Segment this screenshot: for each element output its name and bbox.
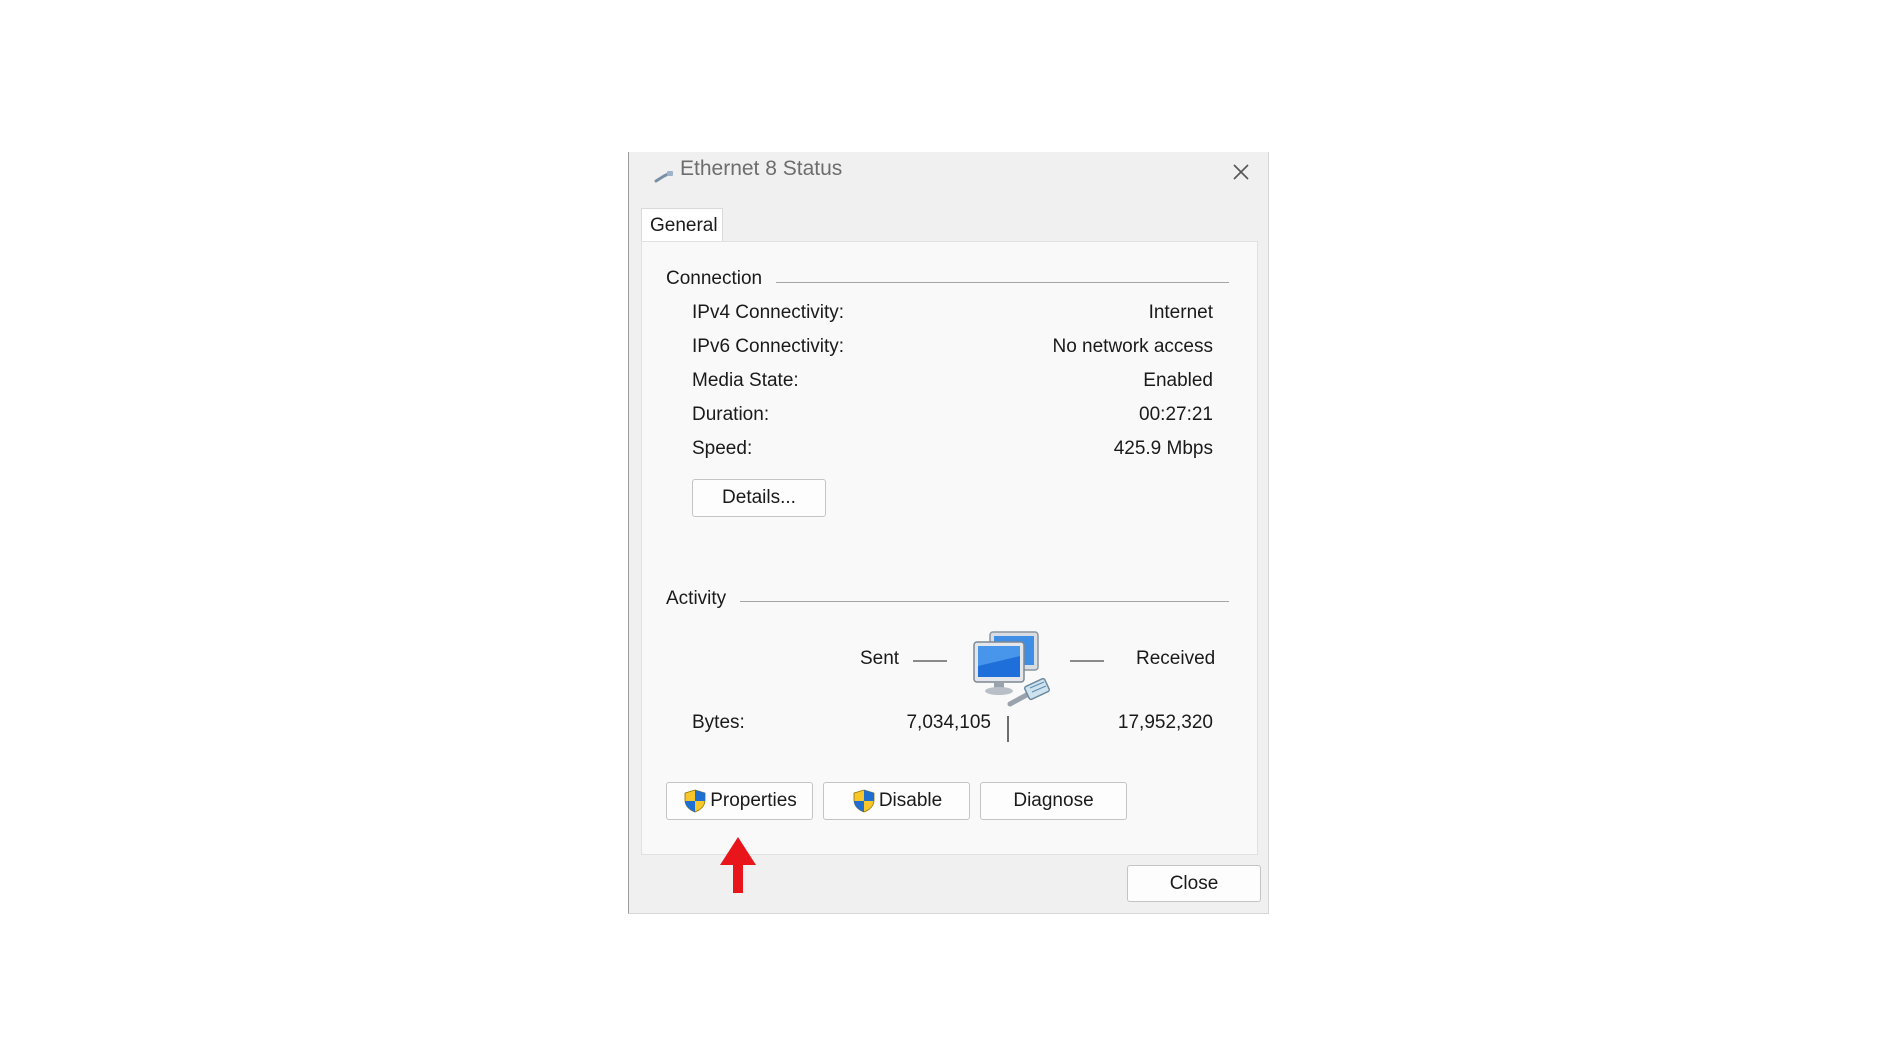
uac-shield-icon [853,789,875,813]
ethernet-cable-icon [654,171,673,183]
media-state-value: Enabled [1143,370,1213,391]
general-tab-panel: Connection IPv4 Connectivity: Internet I… [641,241,1258,855]
red-arrow-icon [720,837,756,893]
tab-general[interactable]: General [641,208,723,242]
ipv6-label: IPv6 Connectivity: [692,336,845,357]
bytes-separator [1007,716,1009,742]
connection-group-title: Connection [666,268,763,289]
close-window-icon[interactable] [1229,160,1253,184]
disable-button[interactable]: Disable [823,782,970,820]
speed-value: 425.9 Mbps [1113,438,1213,459]
properties-button[interactable]: Properties [666,782,813,820]
network-computers-icon [973,631,1051,707]
disable-label: Disable [878,790,943,811]
received-label: Received [1136,648,1216,669]
bytes-sent-value: 7,034,105 [906,712,991,733]
uac-shield-icon [684,789,706,813]
ipv4-label: IPv4 Connectivity: [692,302,845,323]
window-title: Ethernet 8 Status [680,157,843,180]
duration-value: 00:27:21 [1139,404,1213,425]
bytes-received-value: 17,952,320 [1117,712,1213,733]
close-button[interactable]: Close [1127,865,1261,902]
bytes-label: Bytes: [692,712,745,733]
ethernet-status-dialog: Ethernet 8 Status General Connection IPv… [628,152,1269,914]
received-connector-line [1070,660,1104,662]
media-state-label: Media State: [692,370,799,391]
speed-label: Speed: [692,438,753,459]
sent-connector-line [913,660,947,662]
sent-label: Sent [860,648,900,669]
properties-label: Properties [710,790,797,811]
duration-label: Duration: [692,404,770,425]
activity-divider [740,601,1229,602]
connection-divider [776,282,1229,283]
ipv6-value: No network access [1052,336,1213,357]
ipv4-value: Internet [1148,302,1213,323]
diagnose-button[interactable]: Diagnose [980,782,1127,820]
details-button[interactable]: Details... [692,479,826,517]
activity-group-title: Activity [666,588,727,609]
title-bar[interactable]: Ethernet 8 Status [629,152,1268,192]
